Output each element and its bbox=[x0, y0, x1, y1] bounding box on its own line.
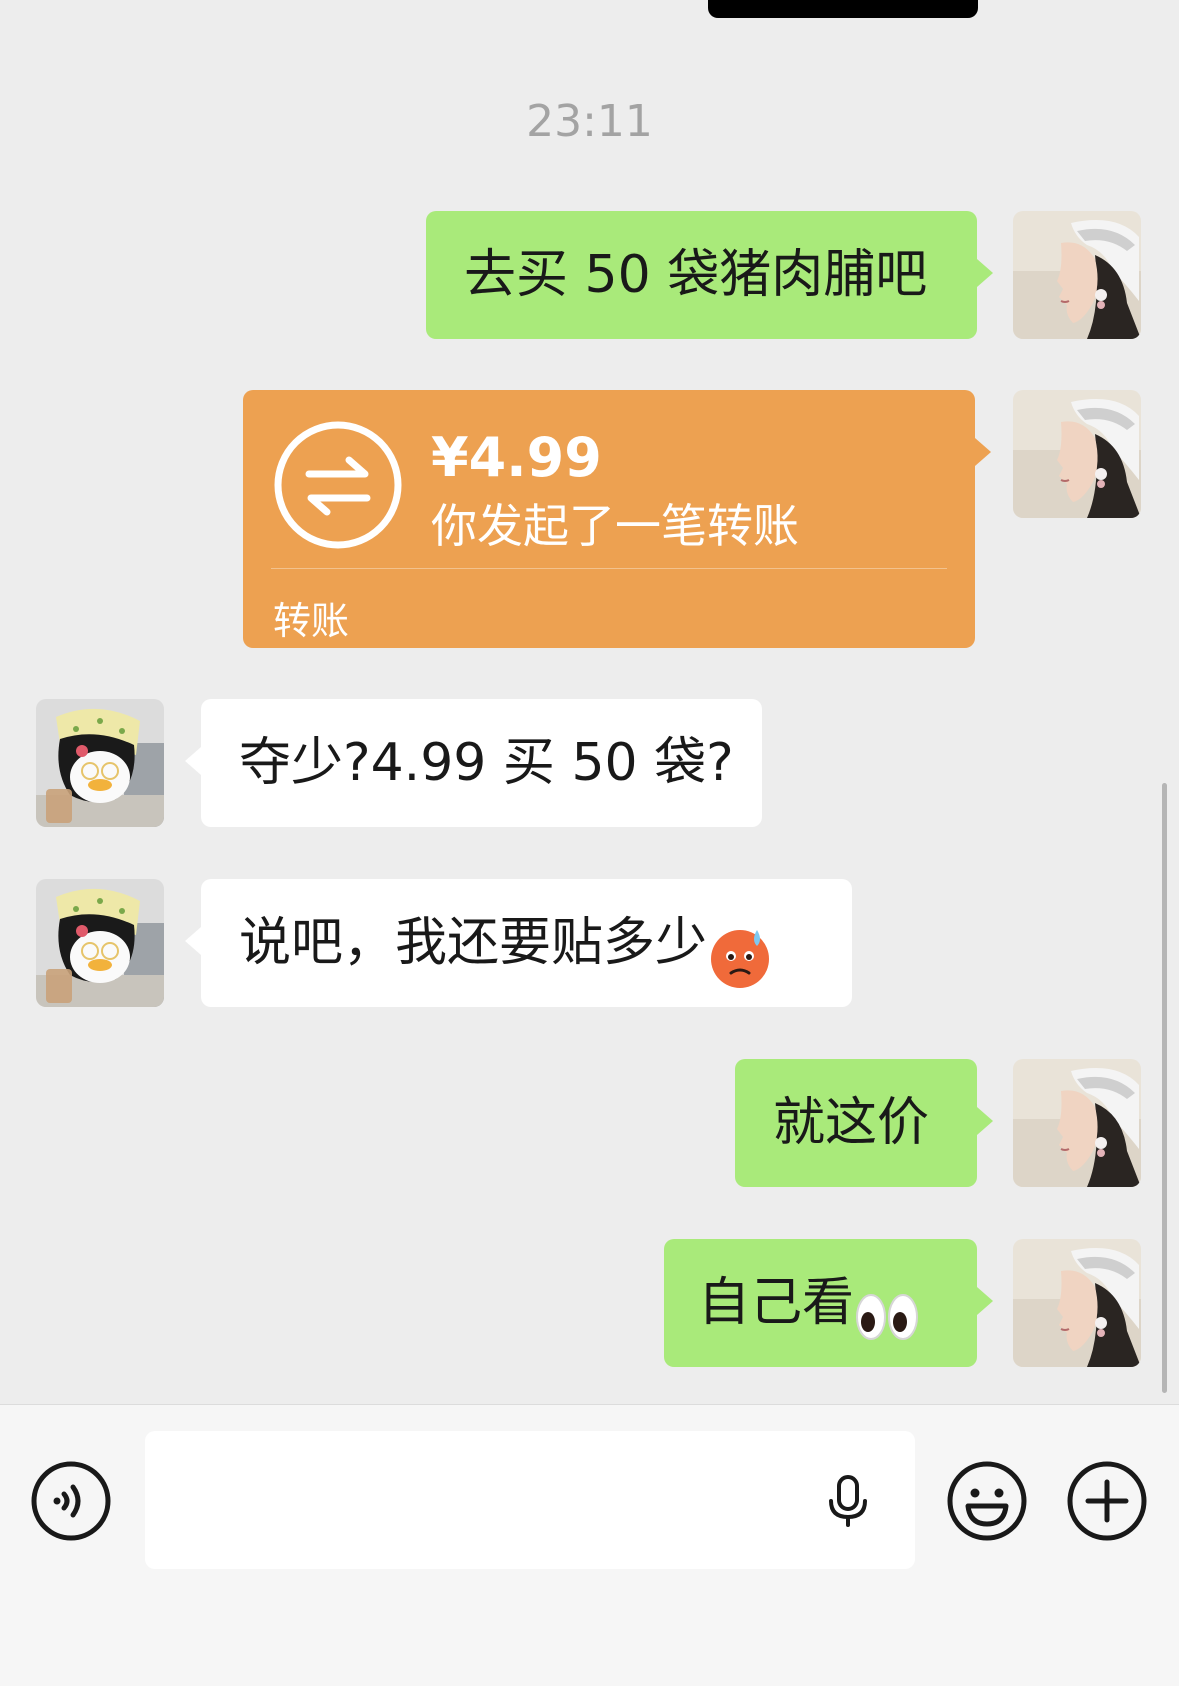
divider bbox=[271, 568, 947, 569]
voice-toggle-icon[interactable] bbox=[30, 1460, 112, 1542]
transfer-description: 你发起了一笔转账 bbox=[431, 499, 799, 553]
contact-avatar[interactable] bbox=[36, 879, 164, 1007]
plus-icon[interactable] bbox=[1066, 1460, 1148, 1542]
transfer-amount: ¥4.99 bbox=[431, 426, 602, 489]
my-avatar[interactable] bbox=[1013, 211, 1141, 339]
my-avatar[interactable] bbox=[1013, 390, 1141, 518]
emoji-icon[interactable] bbox=[946, 1460, 1028, 1542]
message-text: 自己看 bbox=[698, 1273, 855, 1333]
scrollbar[interactable] bbox=[1162, 783, 1167, 1393]
transfer-icon bbox=[273, 420, 403, 550]
message-input[interactable] bbox=[145, 1431, 915, 1569]
input-bar bbox=[0, 1404, 1179, 1686]
message-bubble-sent[interactable]: 去买 50 袋猪肉脯吧 bbox=[426, 211, 993, 339]
my-avatar[interactable] bbox=[1013, 1239, 1141, 1367]
message-bubble-received[interactable]: 说吧，我还要贴多少 bbox=[185, 879, 852, 1007]
my-avatar[interactable] bbox=[1013, 1059, 1141, 1187]
notch bbox=[708, 0, 978, 18]
message-text: 说吧，我还要贴多少 bbox=[239, 913, 708, 973]
transfer-label: 转账 bbox=[273, 599, 350, 643]
message-text: 夺少?4.99 买 50 袋? bbox=[239, 733, 734, 793]
message-text: 去买 50 袋猪肉脯吧 bbox=[464, 245, 928, 305]
eyes-emoji-icon bbox=[854, 1269, 920, 1340]
contact-avatar[interactable] bbox=[36, 699, 164, 827]
message-timestamp: 23:11 bbox=[526, 96, 653, 147]
message-bubble-sent[interactable]: 自己看 bbox=[664, 1239, 993, 1367]
microphone-icon[interactable] bbox=[820, 1473, 876, 1529]
sweat-frown-emoji-icon bbox=[707, 909, 773, 988]
message-bubble-received[interactable]: 夺少?4.99 买 50 袋? bbox=[185, 699, 762, 827]
message-text: 就这价 bbox=[773, 1093, 930, 1153]
transfer-card[interactable]: ¥4.99 你发起了一笔转账 转账 bbox=[243, 390, 991, 648]
message-bubble-sent[interactable]: 就这价 bbox=[735, 1059, 993, 1187]
